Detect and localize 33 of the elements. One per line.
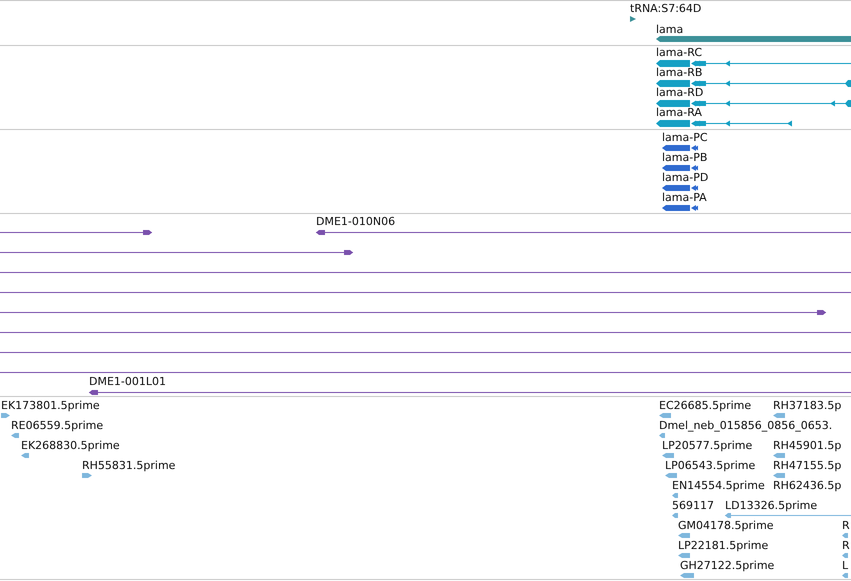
feature-label: lama-RC: [656, 46, 702, 59]
feature-label: 569117: [672, 499, 714, 512]
feature-label: RH47155.5p: [773, 459, 842, 472]
feature-label: tRNA:S7:64D: [630, 2, 702, 15]
feature-label: EC26685.5prime: [659, 399, 752, 412]
feature-label: Dmel_neb_015856_0856_0653.: [659, 419, 832, 432]
feature-label: RH55831.5prime: [82, 459, 176, 472]
feature-label: lama-PB: [662, 151, 708, 164]
feature-label: GH27122.5prime: [680, 559, 774, 572]
feature-label: RH37183.5p: [773, 399, 842, 412]
feature-label: RH45901.5p: [773, 439, 842, 452]
feature-label: DME1-010N06: [316, 215, 396, 228]
feature-label: DME1-001L01: [89, 375, 166, 388]
feature-label: LP06543.5prime: [665, 459, 756, 472]
feature-label: RE06559.5prime: [11, 419, 104, 432]
feature-label: lama-RD: [656, 86, 704, 99]
feature-label: LD13326.5prime: [725, 499, 818, 512]
feature-label: lama-RB: [656, 66, 702, 79]
feature-label: lama-PD: [662, 171, 708, 184]
feature-label: EN14554.5prime: [672, 479, 765, 492]
feature-label: L: [842, 559, 848, 572]
feature-label: GM04178.5prime: [678, 519, 774, 532]
feature-label: lama-PA: [662, 191, 707, 204]
feature-label: R: [842, 539, 850, 552]
feature-label: R: [842, 519, 850, 532]
feature-label: EK268830.5prime: [21, 439, 120, 452]
feature-label: lama: [656, 23, 684, 36]
feature-label: lama-RA: [656, 106, 702, 119]
feature-label: lama-PC: [662, 131, 708, 144]
feature-label: LP22181.5prime: [678, 539, 768, 552]
feature-label: EK173801.5prime: [1, 399, 100, 412]
feature-label: LP20577.5prime: [662, 439, 752, 452]
feature-label: RH62436.5p: [773, 479, 842, 492]
